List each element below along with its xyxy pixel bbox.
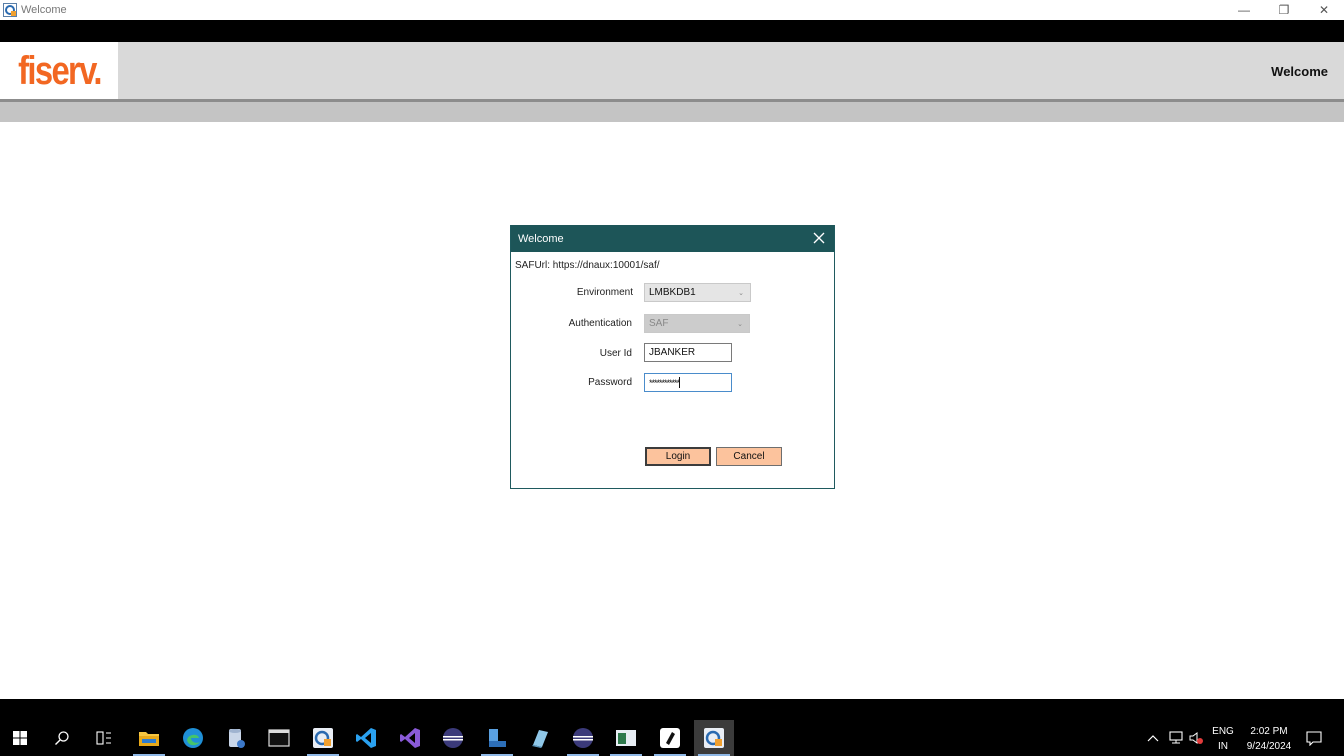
minimize-button[interactable]: —: [1224, 0, 1264, 20]
language-code: ENG: [1212, 726, 1234, 737]
close-button[interactable]: ✕: [1304, 0, 1344, 20]
task-view-icon: [96, 731, 111, 745]
environment-label: Environment: [576, 287, 633, 298]
page-title: Welcome: [1271, 64, 1328, 79]
minimize-icon: —: [1238, 3, 1250, 17]
clock-time: 2:02 PM: [1250, 726, 1288, 737]
search-icon: [55, 731, 69, 745]
taskbar-remote-app[interactable]: [303, 720, 343, 756]
notification-icon: [1306, 731, 1322, 746]
fiserv-logo: fiserv.: [17, 48, 102, 93]
login-button[interactable]: Login: [645, 447, 711, 466]
text-cursor: [679, 377, 681, 388]
window-title-bar: Welcome — ❐ ✕: [0, 0, 1344, 20]
eclipse-icon: [443, 728, 463, 748]
visual-studio-icon: [400, 728, 420, 748]
password-field[interactable]: ************: [644, 373, 732, 392]
notifications-button[interactable]: [1306, 720, 1322, 756]
user-id-value: JBANKER: [649, 347, 696, 358]
notes-app-icon: [532, 730, 548, 748]
clock-date: 9/24/2024: [1246, 741, 1292, 752]
taskbar-app-pen[interactable]: [650, 720, 690, 756]
edge-icon: [183, 728, 203, 748]
windows-start-icon: [13, 731, 27, 745]
app-header: fiserv. Welcome: [0, 42, 1344, 99]
taskbar-visual-studio[interactable]: [390, 720, 430, 756]
taskbar-eclipse-2[interactable]: [563, 720, 603, 756]
sub-header-bar: [0, 102, 1344, 122]
taskbar-terminal[interactable]: [259, 720, 299, 756]
user-id-label: User Id: [599, 348, 632, 359]
logo-container: fiserv.: [0, 42, 118, 99]
taskbar-app-installer[interactable]: [477, 720, 517, 756]
chevron-down-icon: ⌄: [737, 321, 743, 328]
chevron-up-icon: [1147, 735, 1159, 742]
database-app-icon: [229, 729, 245, 748]
taskbar-clock[interactable]: 2:02 PM 9/24/2024: [1238, 724, 1300, 754]
restore-icon: ❐: [1278, 3, 1290, 17]
dialog-title: Welcome: [518, 232, 564, 245]
password-label: Password: [588, 377, 632, 388]
password-value: ************: [649, 377, 680, 388]
restore-button[interactable]: ❐: [1264, 0, 1304, 20]
authentication-value: SAF: [649, 318, 669, 329]
installer-icon: [489, 729, 506, 747]
volume-button[interactable]: [1188, 720, 1204, 756]
network-button[interactable]: [1167, 720, 1185, 756]
taskbar: ENG IN 2:02 PM 9/24/2024: [0, 720, 1344, 756]
saf-url-text: SAFUrl: https://dnaux:10001/saf/: [515, 260, 660, 271]
pen-app-icon: [660, 728, 680, 748]
authentication-label: Authentication: [568, 318, 632, 329]
taskbar-active-app[interactable]: [694, 720, 734, 756]
login-dialog: Welcome SAFUrl: https://dnaux:10001/saf/…: [510, 225, 835, 489]
bottom-black-bar: [0, 699, 1344, 720]
region-code: IN: [1218, 741, 1228, 752]
window-app-icon: [616, 730, 636, 746]
search-button[interactable]: [42, 720, 82, 756]
taskbar-app-db[interactable]: [216, 720, 256, 756]
app-icon: [3, 3, 17, 17]
taskbar-edge[interactable]: [173, 720, 213, 756]
taskbar-vscode[interactable]: [346, 720, 386, 756]
eclipse-icon: [573, 728, 593, 748]
terminal-icon: [268, 729, 290, 747]
folder-icon: [139, 732, 159, 746]
network-icon: [1169, 731, 1183, 744]
remote-app-icon: [704, 728, 724, 748]
authentication-select: SAF ⌄: [644, 314, 750, 333]
language-indicator[interactable]: ENG IN: [1208, 724, 1238, 754]
taskbar-eclipse[interactable]: [433, 720, 473, 756]
task-view-button[interactable]: [84, 720, 124, 756]
window-title: Welcome: [21, 4, 67, 16]
chevron-down-icon: ⌄: [738, 290, 744, 297]
cancel-button[interactable]: Cancel: [716, 447, 782, 466]
start-button[interactable]: [0, 720, 40, 756]
taskbar-file-explorer[interactable]: [129, 720, 169, 756]
environment-value: LMBKDB1: [649, 287, 696, 298]
taskbar-app-window[interactable]: [606, 720, 646, 756]
dialog-title-bar: Welcome: [511, 225, 834, 252]
user-id-field[interactable]: JBANKER: [644, 343, 732, 362]
show-hidden-icons-button[interactable]: [1146, 720, 1160, 756]
environment-select[interactable]: LMBKDB1 ⌄: [644, 283, 751, 302]
close-icon[interactable]: [812, 231, 826, 245]
close-icon: ✕: [1318, 3, 1330, 17]
volume-muted-icon: [1189, 732, 1203, 744]
top-black-bar: [0, 20, 1344, 42]
taskbar-app-notes[interactable]: [520, 720, 560, 756]
remote-app-icon: [313, 728, 333, 748]
vscode-icon: [356, 728, 376, 748]
